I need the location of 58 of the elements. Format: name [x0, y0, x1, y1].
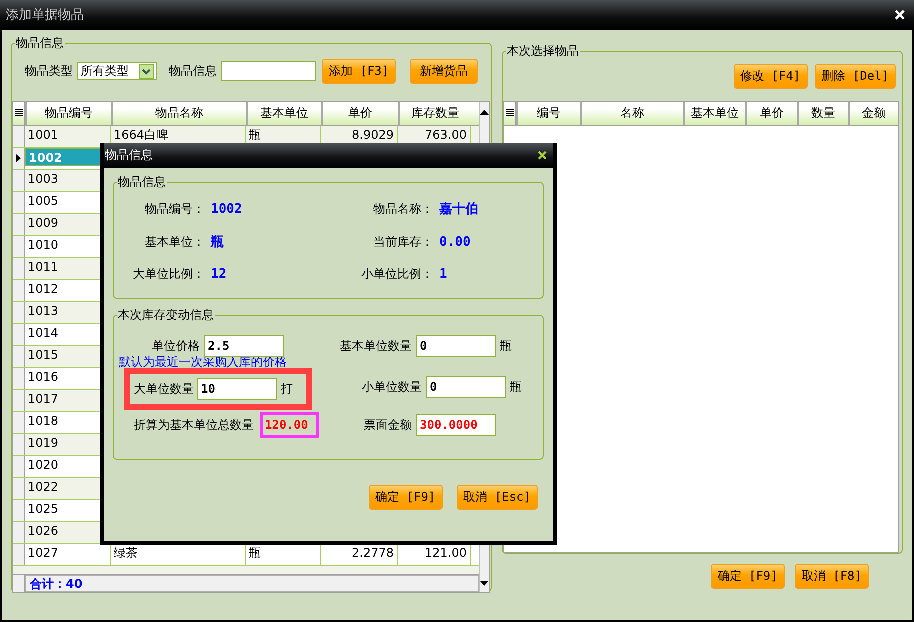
total-count: 合计：40: [25, 575, 479, 592]
number-input-field[interactable]: 10: [197, 378, 277, 400]
cancel-button[interactable]: 取消 [Esc]: [456, 485, 538, 510]
field-label: 基本单位：: [144, 234, 205, 250]
window-title: 添加单据物品: [6, 7, 84, 24]
cancel-button[interactable]: 取消 [F8]: [794, 564, 869, 589]
scroll-up-icon[interactable]: [480, 110, 489, 115]
field-label: 票面金额: [363, 416, 412, 434]
field-label: 大单位比例：: [132, 266, 205, 283]
field-value: 12: [211, 267, 227, 282]
field-label: 小单位数量: [361, 378, 422, 396]
group-title: 物品信息: [15, 35, 65, 52]
info-input-field[interactable]: [221, 61, 316, 81]
confirm-button[interactable]: 确定 [F9]: [368, 485, 443, 510]
field-label: 物品编号：: [144, 200, 205, 218]
number-input-field[interactable]: 300.0000: [416, 414, 496, 436]
column-header[interactable]: 基本单位: [683, 102, 745, 125]
field-label: 单位价格: [151, 338, 200, 354]
field-value: 1: [440, 267, 448, 282]
unit-label: 打: [281, 380, 293, 398]
new-item-button[interactable]: 新增货品: [410, 58, 478, 84]
group-title: 本次选择物品: [506, 43, 580, 60]
field-label: 大单位数量: [133, 380, 194, 398]
close-icon[interactable]: [538, 151, 547, 160]
add-button[interactable]: 添加 [F3]: [322, 58, 396, 84]
list-icon: [14, 108, 22, 118]
group-title: 本次库存变动信息: [117, 307, 215, 324]
column-header[interactable]: 单价: [745, 102, 797, 125]
field-value: 瓶: [211, 234, 224, 251]
field-label: 当前库存：: [372, 234, 434, 250]
column-header[interactable]: 金额: [848, 102, 898, 125]
field-value: 0.00: [440, 234, 471, 250]
field-label: 小单位比例：: [360, 266, 434, 283]
list-icon: [506, 109, 514, 118]
total-quantity-value: 120.00: [265, 418, 308, 432]
number-input-field[interactable]: 0: [426, 376, 506, 398]
confirm-button[interactable]: 确定 [F9]: [710, 564, 785, 589]
type-dropdown[interactable]: 所有类型: [77, 62, 157, 80]
dropdown-icon: [139, 64, 154, 78]
scroll-down-icon[interactable]: [480, 581, 489, 586]
info-label: 物品信息: [169, 62, 217, 80]
field-value: 嘉十伯: [440, 201, 478, 218]
field-label: 物品名称：: [372, 200, 434, 218]
column-header[interactable]: 名称: [580, 102, 683, 125]
row-header[interactable]: [13, 148, 25, 169]
field-value: 1002: [211, 202, 242, 216]
field-label: 基本单位数量: [339, 338, 412, 354]
group-title: 物品信息: [117, 174, 167, 191]
unit-label: 瓶: [510, 378, 522, 396]
edit-button[interactable]: 修改 [F4]: [734, 64, 808, 89]
column-header[interactable]: 数量: [797, 102, 848, 125]
column-header[interactable]: 编号: [516, 102, 580, 125]
number-input-field[interactable]: 2.5: [204, 335, 284, 357]
field-label: 折算为基本单位总数量: [134, 416, 254, 434]
number-input-field[interactable]: 0: [416, 335, 496, 357]
unit-label: 瓶: [500, 338, 512, 354]
delete-button[interactable]: 删除 [Del]: [814, 64, 896, 89]
type-label: 物品类型: [25, 62, 73, 80]
